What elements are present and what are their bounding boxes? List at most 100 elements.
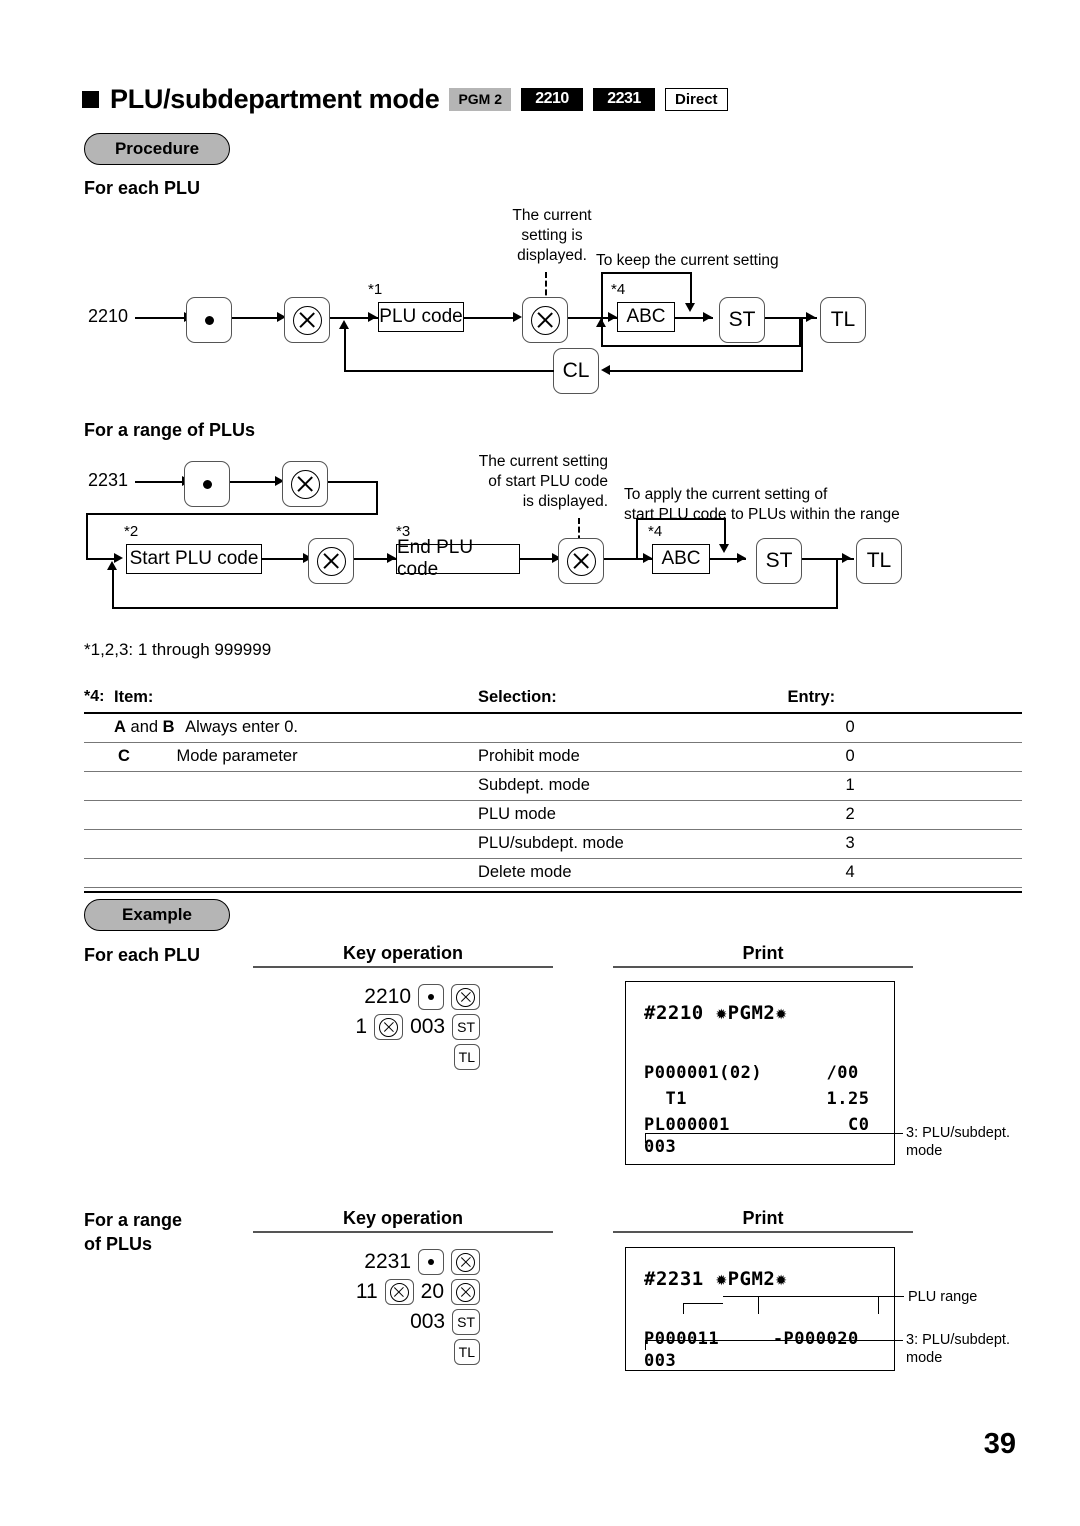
key-multiply-btn[interactable] [451, 1279, 480, 1305]
range-bracket [878, 1296, 880, 1314]
section-heading-for-each-plu: For each PLU [84, 178, 201, 198]
selection-table: Item: Selection: Entry: A and B Always e… [84, 686, 1022, 893]
table-row: Subdept. mode 1 [84, 772, 1022, 801]
key-decimal-point-btn[interactable] [418, 984, 444, 1010]
bypass-line [690, 272, 692, 305]
key-decimal-point[interactable] [186, 297, 232, 343]
key-sequence-line2: 11 20 [300, 1277, 480, 1307]
example2-annotation-mode: 3: PLU/subdept. mode [906, 1332, 1010, 1366]
example1-label: For each PLU [84, 945, 201, 965]
entry-value: 2 [845, 805, 855, 823]
flow-arrow [842, 553, 851, 563]
bypass-line-2 [636, 518, 726, 520]
table-header-entry: Entry: [787, 688, 836, 706]
key-sequence-line2: 1 003 ST [300, 1012, 480, 1042]
entry-value: 0 [845, 747, 855, 765]
rule [253, 1231, 553, 1234]
key-sequence-line4: TL [300, 1337, 480, 1367]
key-st-2[interactable]: ST [756, 538, 802, 584]
entry-value: 4 [845, 863, 855, 881]
loop-arrow [596, 318, 606, 327]
range-bracket [683, 1303, 723, 1305]
item-description: Mode parameter [176, 747, 298, 765]
key-tl-btn[interactable]: TL [453, 1044, 480, 1070]
cl-loop-arrow [339, 320, 349, 329]
key-tl-btn[interactable]: TL [453, 1339, 480, 1365]
page-number: 39 [983, 1428, 1016, 1460]
example1-key-sequence: 2210 1 003 ST TL [300, 982, 480, 1072]
flow-arrow [608, 312, 617, 322]
cl-loop-line [605, 370, 803, 372]
key-decimal-point-2[interactable] [184, 461, 230, 507]
flow-arrow [387, 553, 396, 563]
range-note: *1,2,3: 1 through 999999 [84, 640, 272, 659]
flow-arrow [737, 553, 746, 563]
receipt-line-3: P000001(02) /00 [644, 1063, 859, 1083]
loop-line-2 [112, 566, 114, 609]
cl-loop-line [801, 317, 803, 370]
key-multiply-btn[interactable] [384, 1279, 414, 1305]
range-bracket [878, 1296, 904, 1298]
key-digit-1: 1 [355, 1015, 368, 1038]
entry-value: 0 [845, 718, 855, 736]
receipt-line-1: #2231 ✹PGM2✹ [644, 1268, 788, 1290]
key-st[interactable]: ST [719, 297, 765, 343]
key-multiply-2[interactable] [522, 297, 568, 343]
key-multiply-btn[interactable] [374, 1014, 404, 1040]
rule [613, 966, 913, 969]
item-code-a: A [114, 718, 126, 736]
receipt-line-4: 003 [644, 1351, 677, 1371]
selection-value: Prohibit mode [477, 747, 580, 765]
box-end-plu-code[interactable]: End PLU code [396, 537, 520, 580]
flow-line [135, 317, 187, 319]
key-multiply-4[interactable] [308, 538, 354, 584]
ref-star-4b: *4 [648, 523, 663, 540]
bypass-arrow-2 [719, 544, 729, 553]
flow-arrow [513, 312, 522, 322]
box-plu-code[interactable]: PLU code [378, 302, 464, 332]
item-code-b: B [162, 718, 175, 736]
key-digits-2231: 2231 [364, 1250, 411, 1273]
entry-value: 3 [845, 834, 855, 852]
key-digits-003: 003 [410, 1015, 446, 1038]
note-current-setting-start-plu: The current setting of start PLU code is… [478, 453, 608, 510]
annotation-leader [645, 1133, 647, 1143]
box-abc-2[interactable]: ABC [652, 544, 710, 574]
box-abc[interactable]: ABC [617, 302, 675, 332]
ref-star-4a: *4 [611, 281, 626, 298]
selection-value [478, 713, 788, 743]
key-decimal-point-btn[interactable] [418, 1249, 444, 1275]
item-conjunction: and [130, 718, 159, 736]
bypass-line [601, 272, 603, 317]
key-multiply-3[interactable] [282, 461, 328, 507]
bypass-line [601, 272, 692, 274]
page-title: PLU/subdepartment mode [110, 83, 440, 114]
flow-arrow [703, 312, 712, 322]
receipt-line-4: T1 1.25 [644, 1089, 870, 1109]
ref-star-2: *2 [124, 523, 139, 540]
example2-annotation-range: PLU range [908, 1289, 978, 1305]
selection-value: PLU mode [477, 805, 556, 823]
range-bracket [683, 1303, 685, 1314]
receipt-line-6: 003 [644, 1137, 677, 1157]
bypass-line-2 [724, 518, 726, 546]
key-tl-2[interactable]: TL [856, 538, 902, 584]
key-st-btn[interactable]: ST [452, 1309, 480, 1335]
flow-line [230, 481, 278, 483]
code-2210: 2210 [88, 306, 129, 326]
example1-annotation: 3: PLU/subdept. mode [906, 1125, 1010, 1159]
key-st-btn[interactable]: ST [452, 1014, 480, 1040]
badge-direct: Direct [665, 87, 728, 111]
key-multiply-5[interactable] [558, 538, 604, 584]
key-multiply-1[interactable] [284, 297, 330, 343]
loop-arrow-2 [107, 561, 117, 570]
box-start-plu-code[interactable]: Start PLU code [126, 544, 262, 574]
key-tl[interactable]: TL [820, 297, 866, 343]
key-multiply-btn[interactable] [451, 1249, 480, 1275]
range-bracket [758, 1296, 760, 1314]
wrap-line [328, 481, 378, 483]
example2-key-operation-header: Key operation [342, 1208, 464, 1228]
key-cl[interactable]: CL [553, 348, 599, 394]
key-multiply-btn[interactable] [451, 984, 480, 1010]
table-header-selection: Selection: [477, 688, 557, 706]
